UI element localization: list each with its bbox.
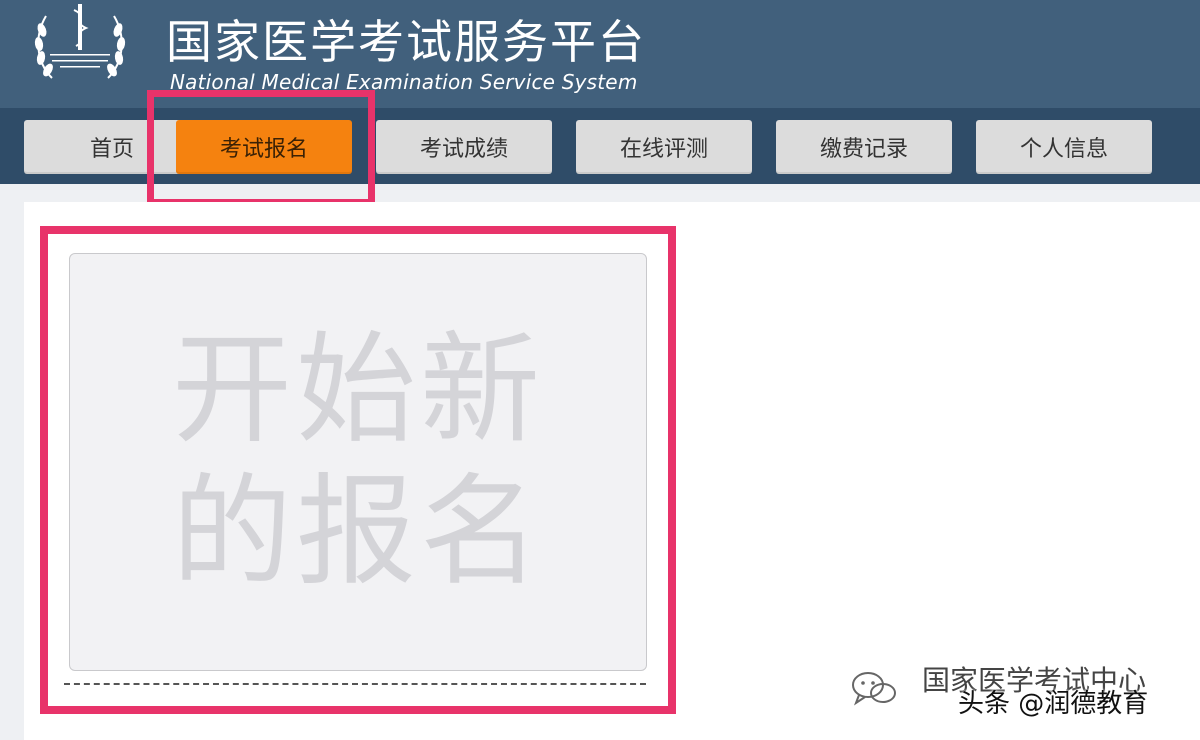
- nav-online-assessment[interactable]: 在线评测: [576, 120, 752, 174]
- nav-exam-scores[interactable]: 考试成绩: [376, 120, 552, 174]
- nav-home[interactable]: 首页: [24, 120, 200, 174]
- start-new-registration-label: 开始新的报名: [172, 321, 544, 602]
- watermark-credit: 头条 @润德教育: [958, 689, 1149, 719]
- nav-payment-records[interactable]: 缴费记录: [776, 120, 952, 174]
- site-header: 国家医学考试服务平台 National Medical Examination …: [0, 0, 1200, 108]
- site-subtitle: National Medical Examination Service Sys…: [170, 70, 638, 94]
- main-nav: 首页 考试报名 考试成绩 在线评测 缴费记录 个人信息: [0, 108, 1200, 184]
- nav-personal-info[interactable]: 个人信息: [976, 120, 1152, 174]
- dashed-divider: [64, 683, 646, 685]
- nav-exam-registration[interactable]: 考试报名: [176, 120, 352, 174]
- watermark: 国家医学考试中心 头条 @润德教育: [850, 664, 1190, 724]
- site-title: 国家医学考试服务平台: [166, 15, 646, 69]
- wechat-icon: [852, 672, 896, 706]
- start-new-registration-button[interactable]: 开始新的报名: [69, 253, 647, 671]
- medical-emblem-logo: [34, 4, 126, 79]
